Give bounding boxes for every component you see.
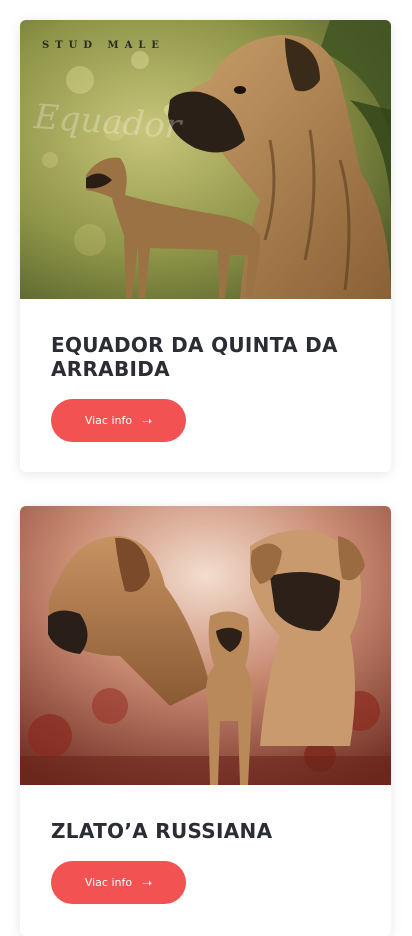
more-info-button[interactable]: Viac info ➝ — [51, 861, 186, 904]
dog-card: ZLATO’A RUSSIANA Viac info ➝ — [20, 506, 391, 936]
dog-card: STUD MALE Equador EQUADOR DA QUINTA DA A… — [20, 20, 391, 472]
dog-name-title[interactable]: EQUADOR DA QUINTA DA ARRABIDA — [51, 333, 360, 381]
more-info-label: Viac info — [84, 876, 133, 889]
dog-name-title[interactable]: ZLATO’A RUSSIANA — [51, 819, 360, 843]
more-info-button[interactable]: Viac info ➝ — [51, 399, 186, 442]
more-info-label: Viac info — [84, 414, 133, 427]
dog-photo[interactable]: STUD MALE Equador — [20, 20, 391, 299]
stud-male-caption: STUD MALE — [42, 40, 166, 51]
arrow-right-icon: ➝ — [142, 875, 153, 890]
dog-photo[interactable] — [20, 506, 391, 785]
arrow-right-icon: ➝ — [142, 413, 153, 428]
